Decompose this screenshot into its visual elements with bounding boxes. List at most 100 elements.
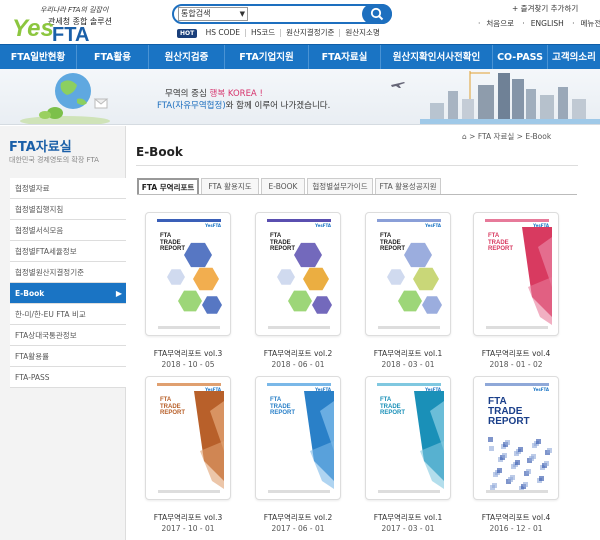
sidebar-item[interactable]: 협정별FTA세율정보 bbox=[10, 241, 126, 262]
sidebar-item[interactable]: 협정별원산지결정기준 bbox=[10, 262, 126, 283]
ebook-title[interactable]: FTA무역리포트 vol.3 bbox=[128, 348, 248, 359]
add-favorite-link[interactable]: + 즐겨찾기 추가하기 bbox=[512, 3, 578, 14]
sidebar-menu: 협정별자료 협정별집행지침 협정별서식모음 협정별FTA세율정보 협정별원산지결… bbox=[10, 178, 126, 388]
cover-brand: YesFTA bbox=[533, 387, 549, 392]
hot-badge: HOT bbox=[177, 29, 198, 38]
ebook-title[interactable]: FTA무역리포트 vol.1 bbox=[348, 512, 468, 523]
ebook-cover[interactable]: YesFTA FTA TRADE REPORT bbox=[145, 212, 231, 336]
nav-item[interactable]: 고객의소리 bbox=[548, 45, 600, 69]
nav-item[interactable]: FTA자료실 bbox=[309, 45, 381, 69]
ebook-title[interactable]: FTA무역리포트 vol.4 bbox=[456, 348, 576, 359]
cover-footer bbox=[486, 490, 548, 493]
chevron-down-icon: ▼ bbox=[239, 10, 245, 18]
hot-keyword[interactable]: 원산지결정기준 bbox=[286, 28, 334, 37]
nav-item[interactable]: 원산지검증 bbox=[149, 45, 225, 69]
ebook-date: 2017 - 06 - 01 bbox=[271, 524, 325, 533]
banner-line-1: 무역의 중심 행복 KOREA ! bbox=[165, 89, 263, 99]
cover-brand: YesFTA bbox=[315, 223, 331, 228]
chevron-right-icon: ▶ bbox=[115, 289, 122, 298]
ebook-date: 2017 - 10 - 01 bbox=[161, 524, 215, 533]
cover-title: FTA TRADE REPORT bbox=[160, 233, 186, 252]
cover-art: YesFTA FTA TRADE REPORT bbox=[482, 381, 552, 497]
cover-brand: YesFTA bbox=[315, 387, 331, 392]
cover-footer bbox=[268, 490, 330, 493]
ebook-date: 2018 - 06 - 01 bbox=[271, 360, 325, 369]
hero-banner: 무역의 중심 행복 KOREA ! FTA(자유무역협정)와 함께 이루어 나가… bbox=[0, 69, 600, 125]
cover-title: FTA TRADE REPORT bbox=[270, 233, 296, 252]
home-link[interactable]: 처음으로 bbox=[486, 19, 514, 28]
home-icon[interactable]: ⌂ bbox=[462, 132, 467, 141]
sidebar-item[interactable]: 협정별서식모음 bbox=[10, 220, 126, 241]
cover-title: FTA TRADE REPORT bbox=[488, 396, 530, 427]
tab-trade-report[interactable]: FTA 무역리포트 bbox=[137, 178, 199, 194]
hot-keyword[interactable]: 원산지소명 bbox=[345, 28, 380, 37]
ebook-cover[interactable]: YesFTA FTA TRADE REPORT bbox=[255, 376, 341, 500]
cover-art: YesFTA FTA TRADE REPORT bbox=[264, 381, 334, 497]
cover-footer bbox=[158, 490, 220, 493]
ebook-cover[interactable]: YesFTA FTA TRADE REPORT bbox=[365, 212, 451, 336]
ebook-date: 2018 - 10 - 05 bbox=[161, 360, 215, 369]
sidebar-item[interactable]: 협정별자료 bbox=[10, 178, 126, 199]
tab-guide[interactable]: 협정별설무가이드 bbox=[307, 178, 373, 194]
english-link[interactable]: ENGLISH bbox=[531, 19, 564, 28]
cover-brand: YesFTA bbox=[205, 387, 221, 392]
nav-item[interactable]: FTA활용 bbox=[77, 45, 149, 69]
cover-brand: YesFTA bbox=[425, 387, 441, 392]
cover-art: YesFTA FTA TRADE REPORT bbox=[264, 217, 334, 333]
search-icon bbox=[370, 7, 384, 21]
ebook-title[interactable]: FTA무역리포트 vol.2 bbox=[238, 512, 358, 523]
search-input[interactable] bbox=[254, 7, 354, 21]
breadcrumb-item[interactable]: FTA 자료실 bbox=[478, 132, 514, 141]
hot-keywords: HOT HS CODE | HS코드 | 원산지결정기준 | 원산지소명 bbox=[177, 27, 382, 39]
tab-utilization-map[interactable]: FTA 활용지도 bbox=[201, 178, 259, 194]
breadcrumb-item-current: E-Book bbox=[525, 132, 552, 141]
cover-art: YesFTA FTA TRADE REPORT bbox=[154, 381, 224, 497]
site-logo[interactable]: 우리나라 FTA의 길잡이 관세청 종합 솔루션 Yes FTA bbox=[10, 2, 112, 46]
sidebar-item[interactable]: FTA활용률 bbox=[10, 346, 126, 367]
hot-keyword[interactable]: HS코드 bbox=[251, 28, 275, 37]
ebook-date: 2018 - 01 - 02 bbox=[489, 360, 543, 369]
ebook-cover[interactable]: YesFTA FTA TRADE REPORT bbox=[473, 376, 559, 500]
tab-success-support[interactable]: FTA 활용성공지원 bbox=[375, 178, 441, 194]
cover-title: FTA TRADE REPORT bbox=[270, 397, 296, 416]
nav-item[interactable]: FTA일반현황 bbox=[0, 45, 77, 69]
hot-keyword[interactable]: HS CODE bbox=[206, 28, 240, 37]
search-button[interactable] bbox=[362, 4, 392, 24]
search-scope-select[interactable]: 통합검색 ▼ bbox=[178, 7, 248, 21]
cover-footer bbox=[378, 326, 440, 329]
main-nav: FTA일반현황 FTA활용 원산지검증 FTA기업지원 FTA자료실 원산지확인… bbox=[0, 44, 600, 69]
globe-illustration bbox=[20, 73, 110, 124]
ebook-title[interactable]: FTA무역리포트 vol.1 bbox=[348, 348, 468, 359]
sitemap-link[interactable]: 메뉴전체보기 bbox=[581, 19, 600, 28]
sidebar-item[interactable]: 한-미/한-EU FTA 비교 bbox=[10, 304, 126, 325]
banner-line-2: FTA(자유무역협정)와 함께 이루어 나가겠습니다. bbox=[157, 101, 331, 111]
nav-item[interactable]: 원산지확인서사전확인 bbox=[381, 45, 493, 69]
ebook-cover[interactable]: YesFTA FTA TRADE REPORT bbox=[365, 376, 451, 500]
ebook-cover[interactable]: YesFTA FTA TRADE REPORT bbox=[255, 212, 341, 336]
airplane-icon bbox=[391, 82, 405, 88]
breadcrumb: ⌂ > FTA 자료실 > E-Book bbox=[462, 132, 552, 141]
sidebar-item-label: E-Book bbox=[15, 289, 45, 298]
ebook-title[interactable]: FTA무역리포트 vol.3 bbox=[128, 512, 248, 523]
cover-brand: YesFTA bbox=[425, 223, 441, 228]
cover-art: YesFTA FTA TRADE REPORT bbox=[482, 217, 552, 333]
site-header: 우리나라 FTA의 길잡이 관세청 종합 솔루션 Yes FTA 통합검색 ▼ … bbox=[0, 0, 600, 46]
sidebar-title: FTA자료실 bbox=[9, 140, 72, 155]
cover-title: FTA TRADE REPORT bbox=[380, 233, 406, 252]
ebook-cover[interactable]: YesFTA FTA TRADE REPORT bbox=[145, 376, 231, 500]
sidebar-item[interactable]: FTA상대국통관정보 bbox=[10, 325, 126, 346]
sidebar-subtitle: 대한민국 경제영토의 확장 FTA bbox=[9, 156, 99, 164]
ebook-title[interactable]: FTA무역리포트 vol.4 bbox=[456, 512, 576, 523]
sidebar-item[interactable]: FTA-PASS bbox=[10, 367, 126, 388]
nav-item[interactable]: CO-PASS bbox=[493, 45, 548, 69]
sidebar-item-ebook[interactable]: E-Book ▶ bbox=[10, 283, 126, 304]
sidebar: FTA자료실 대한민국 경제영토의 확장 FTA 협정별자료 협정별집행지침 협… bbox=[0, 126, 126, 540]
ebook-date: 2017 - 03 - 01 bbox=[381, 524, 435, 533]
ebook-title[interactable]: FTA무역리포트 vol.2 bbox=[238, 348, 358, 359]
tab-ebook[interactable]: E-BOOK bbox=[261, 178, 305, 194]
logo-tagline: 우리나라 FTA의 길잡이 bbox=[40, 6, 109, 14]
nav-item[interactable]: FTA기업지원 bbox=[225, 45, 309, 69]
sidebar-item[interactable]: 협정별집행지침 bbox=[10, 199, 126, 220]
ebook-cover[interactable]: YesFTA FTA TRADE REPORT bbox=[473, 212, 559, 336]
cover-art: YesFTA FTA TRADE REPORT bbox=[374, 381, 444, 497]
